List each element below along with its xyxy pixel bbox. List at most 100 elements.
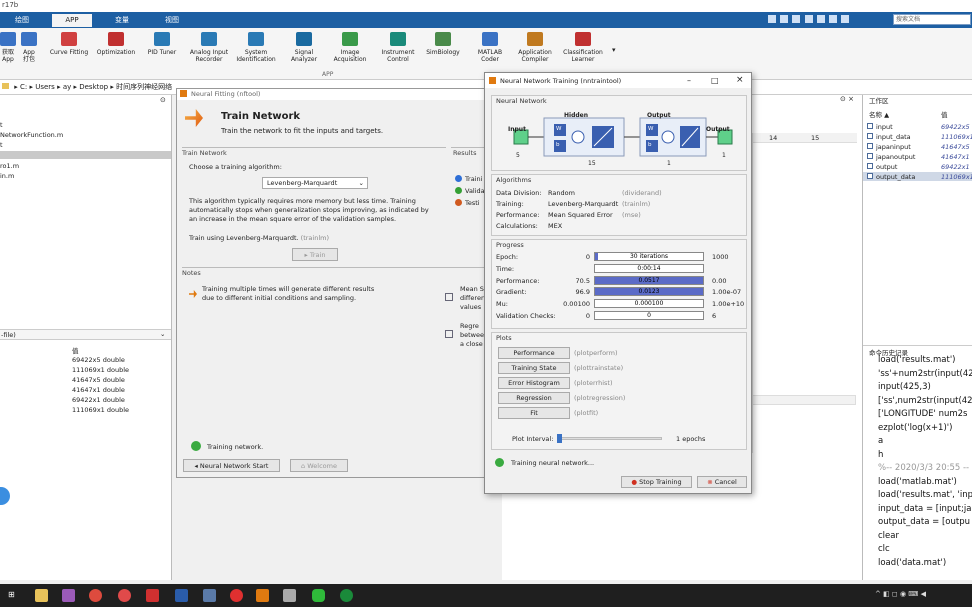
history-entry[interactable]: load('matlab.mat') bbox=[878, 477, 957, 487]
workspace-row[interactable]: output 69422x1 d bbox=[863, 162, 972, 171]
floating-assistant-icon[interactable] bbox=[0, 487, 10, 505]
history-entry[interactable]: load('results.mat') bbox=[878, 355, 955, 365]
history-entry[interactable]: 'ss'+num2str(input(42 bbox=[878, 369, 972, 379]
welcome-button[interactable]: ⌂ Welcome bbox=[290, 459, 348, 472]
workspace-row[interactable]: input_data 111069x1 bbox=[863, 132, 972, 141]
algorithm-select[interactable]: Levenberg-Marquardt ⌄ bbox=[262, 177, 368, 189]
ribbon-app-classification-learner[interactable]: Classification Learner bbox=[560, 32, 606, 63]
ribbon-more-icon[interactable]: ▾ bbox=[612, 46, 616, 54]
workspace-name-header[interactable]: 名称 ▲ bbox=[869, 109, 889, 119]
cut-icon[interactable] bbox=[780, 15, 789, 23]
horizontal-scrollbar[interactable] bbox=[752, 395, 856, 405]
workspace-row[interactable]: input 69422x5 d bbox=[863, 122, 972, 131]
ribbon-app-system-id[interactable]: System Identification bbox=[234, 32, 278, 63]
ribbon-app-optimization[interactable]: Optimization bbox=[95, 32, 137, 56]
plot-button-plotregression[interactable]: Regression bbox=[498, 392, 570, 404]
file-item[interactable]: t bbox=[0, 141, 3, 149]
file-item[interactable]: in.m bbox=[0, 172, 14, 180]
history-entry[interactable]: output_data = [outpu bbox=[878, 517, 970, 527]
tab-variable[interactable]: 变量 bbox=[102, 14, 142, 27]
ribbon-app-curve-fitting[interactable]: Curve Fitting bbox=[47, 32, 91, 56]
window-icon[interactable] bbox=[283, 589, 296, 602]
file-item[interactable]: NetworkFunction.m bbox=[0, 131, 63, 139]
workspace-row[interactable]: japaninput 41647x5 d bbox=[863, 142, 972, 151]
tab-view[interactable]: 视图 bbox=[152, 14, 192, 27]
system-tray[interactable]: ^ ◧ ◻ ◉ ⌨ ◀ bbox=[875, 590, 926, 598]
workspace-row[interactable]: output_data 111069x1 bbox=[863, 172, 972, 181]
copy-icon[interactable] bbox=[792, 15, 801, 23]
close-icon[interactable]: × bbox=[736, 75, 744, 85]
image-viewer-icon[interactable] bbox=[203, 589, 216, 602]
pdf-icon[interactable] bbox=[146, 589, 159, 602]
details-collapse-icon[interactable]: ⌄ bbox=[160, 330, 165, 338]
ribbon-app-label: Image Acquisition bbox=[333, 49, 367, 63]
path-segment-users[interactable]: Users bbox=[35, 83, 55, 91]
ribbon-app-instrument-control[interactable]: Instrument Control bbox=[378, 32, 418, 63]
path-segment-drive[interactable]: C: bbox=[20, 83, 27, 91]
minimize-icon[interactable]: – bbox=[687, 76, 691, 85]
path-segment-folder[interactable]: 时间序列神经网络 bbox=[116, 83, 172, 91]
history-entry[interactable]: ['ss',num2str(input(425 bbox=[878, 396, 972, 406]
ribbon-app-app-compiler[interactable]: Application Compiler bbox=[515, 32, 555, 63]
history-entry[interactable]: h bbox=[878, 450, 883, 460]
ribbon-app-simbiology[interactable]: SimBiology bbox=[425, 32, 461, 56]
history-entry[interactable]: input(425,3) bbox=[878, 382, 931, 392]
ribbon-app-analog-input[interactable]: Analog Input Recorder bbox=[185, 32, 233, 63]
progress-bar: 0.0123 bbox=[594, 287, 704, 297]
history-entry[interactable]: a bbox=[878, 436, 883, 446]
wechat-icon[interactable] bbox=[312, 589, 325, 602]
ribbon-app-signal-analyzer[interactable]: Signal Analyzer bbox=[287, 32, 321, 63]
selected-file-row[interactable] bbox=[0, 151, 171, 159]
history-entry[interactable]: ezplot('log(x+1)') bbox=[878, 423, 952, 433]
history-entry[interactable]: clear bbox=[878, 531, 899, 541]
history-entry[interactable]: load('data.mat') bbox=[878, 558, 946, 568]
history-entry[interactable]: clc bbox=[878, 544, 890, 554]
app-green-icon[interactable] bbox=[340, 589, 353, 602]
plot-button-plotfit[interactable]: Fit bbox=[498, 407, 570, 419]
ribbon-app-pid-tuner[interactable]: PID Tuner bbox=[145, 32, 179, 56]
path-segment-user[interactable]: ay bbox=[63, 83, 71, 91]
tab-apps[interactable]: APP bbox=[52, 14, 92, 27]
start-icon[interactable]: ⊞ bbox=[8, 590, 15, 599]
chrome-icon[interactable] bbox=[89, 589, 102, 602]
ribbon-app-matlab-coder[interactable]: MATLAB Coder bbox=[473, 32, 507, 63]
matlab-taskbar-icon[interactable] bbox=[256, 589, 269, 602]
history-entry[interactable]: ['LONGITUDE' num2s bbox=[878, 409, 968, 419]
onenote-icon[interactable] bbox=[62, 589, 75, 602]
ribbon-app-image-acquisition[interactable]: Image Acquisition bbox=[330, 32, 370, 63]
file-explorer-icon[interactable] bbox=[35, 589, 48, 602]
history-entry[interactable]: load('results.mat', 'inp bbox=[878, 490, 972, 500]
workspace-row[interactable]: japanoutput 41647x1 d bbox=[863, 152, 972, 161]
spreadsheet-grid[interactable]: 14 15 bbox=[752, 133, 857, 453]
cancel-button[interactable]: ⊗ Cancel bbox=[697, 476, 747, 488]
undo-icon[interactable] bbox=[816, 15, 825, 23]
maximize-icon[interactable]: □ bbox=[711, 76, 719, 85]
paste-icon[interactable] bbox=[804, 15, 813, 23]
stop-training-button[interactable]: ● Stop Training bbox=[621, 476, 692, 488]
train-button[interactable]: ▸ Train bbox=[292, 248, 338, 261]
word-icon[interactable] bbox=[175, 589, 188, 602]
netease-music-icon[interactable] bbox=[118, 589, 131, 602]
ribbon-app-get-apps[interactable]: 获取 App bbox=[0, 32, 16, 63]
plot-button-plottrainstate[interactable]: Training State bbox=[498, 362, 570, 374]
file-item[interactable]: ro1.m bbox=[0, 162, 19, 170]
app-icon[interactable] bbox=[230, 589, 243, 602]
help-icon[interactable] bbox=[841, 15, 850, 23]
neural-network-start-button[interactable]: ◂ Neural Network Start bbox=[183, 459, 280, 472]
save-icon[interactable] bbox=[768, 15, 776, 23]
path-segment-desktop[interactable]: Desktop bbox=[79, 83, 108, 91]
editor-controls-icon[interactable]: ⊙ × bbox=[752, 95, 862, 105]
file-item[interactable]: t bbox=[0, 121, 3, 129]
history-entry[interactable]: input_data = [input;ja bbox=[878, 504, 971, 514]
workspace-value-header[interactable]: 值 bbox=[941, 109, 948, 119]
panel-options-icon[interactable]: ⊙ bbox=[160, 96, 166, 104]
tab-plots[interactable]: 绘图 bbox=[2, 14, 42, 27]
plot-interval-slider[interactable] bbox=[557, 434, 662, 443]
history-entry[interactable]: %-- 2020/3/3 20:55 -- bbox=[878, 463, 969, 473]
redo-icon[interactable] bbox=[829, 15, 838, 23]
plot-button-ploterrhist[interactable]: Error Histogram bbox=[498, 377, 570, 389]
ribbon-app-package-app[interactable]: App 打包 bbox=[18, 32, 40, 63]
plot-button-plotperform[interactable]: Performance bbox=[498, 347, 570, 359]
search-documentation-input[interactable]: 搜索文档 bbox=[893, 14, 971, 25]
slider-handle[interactable] bbox=[557, 434, 562, 443]
